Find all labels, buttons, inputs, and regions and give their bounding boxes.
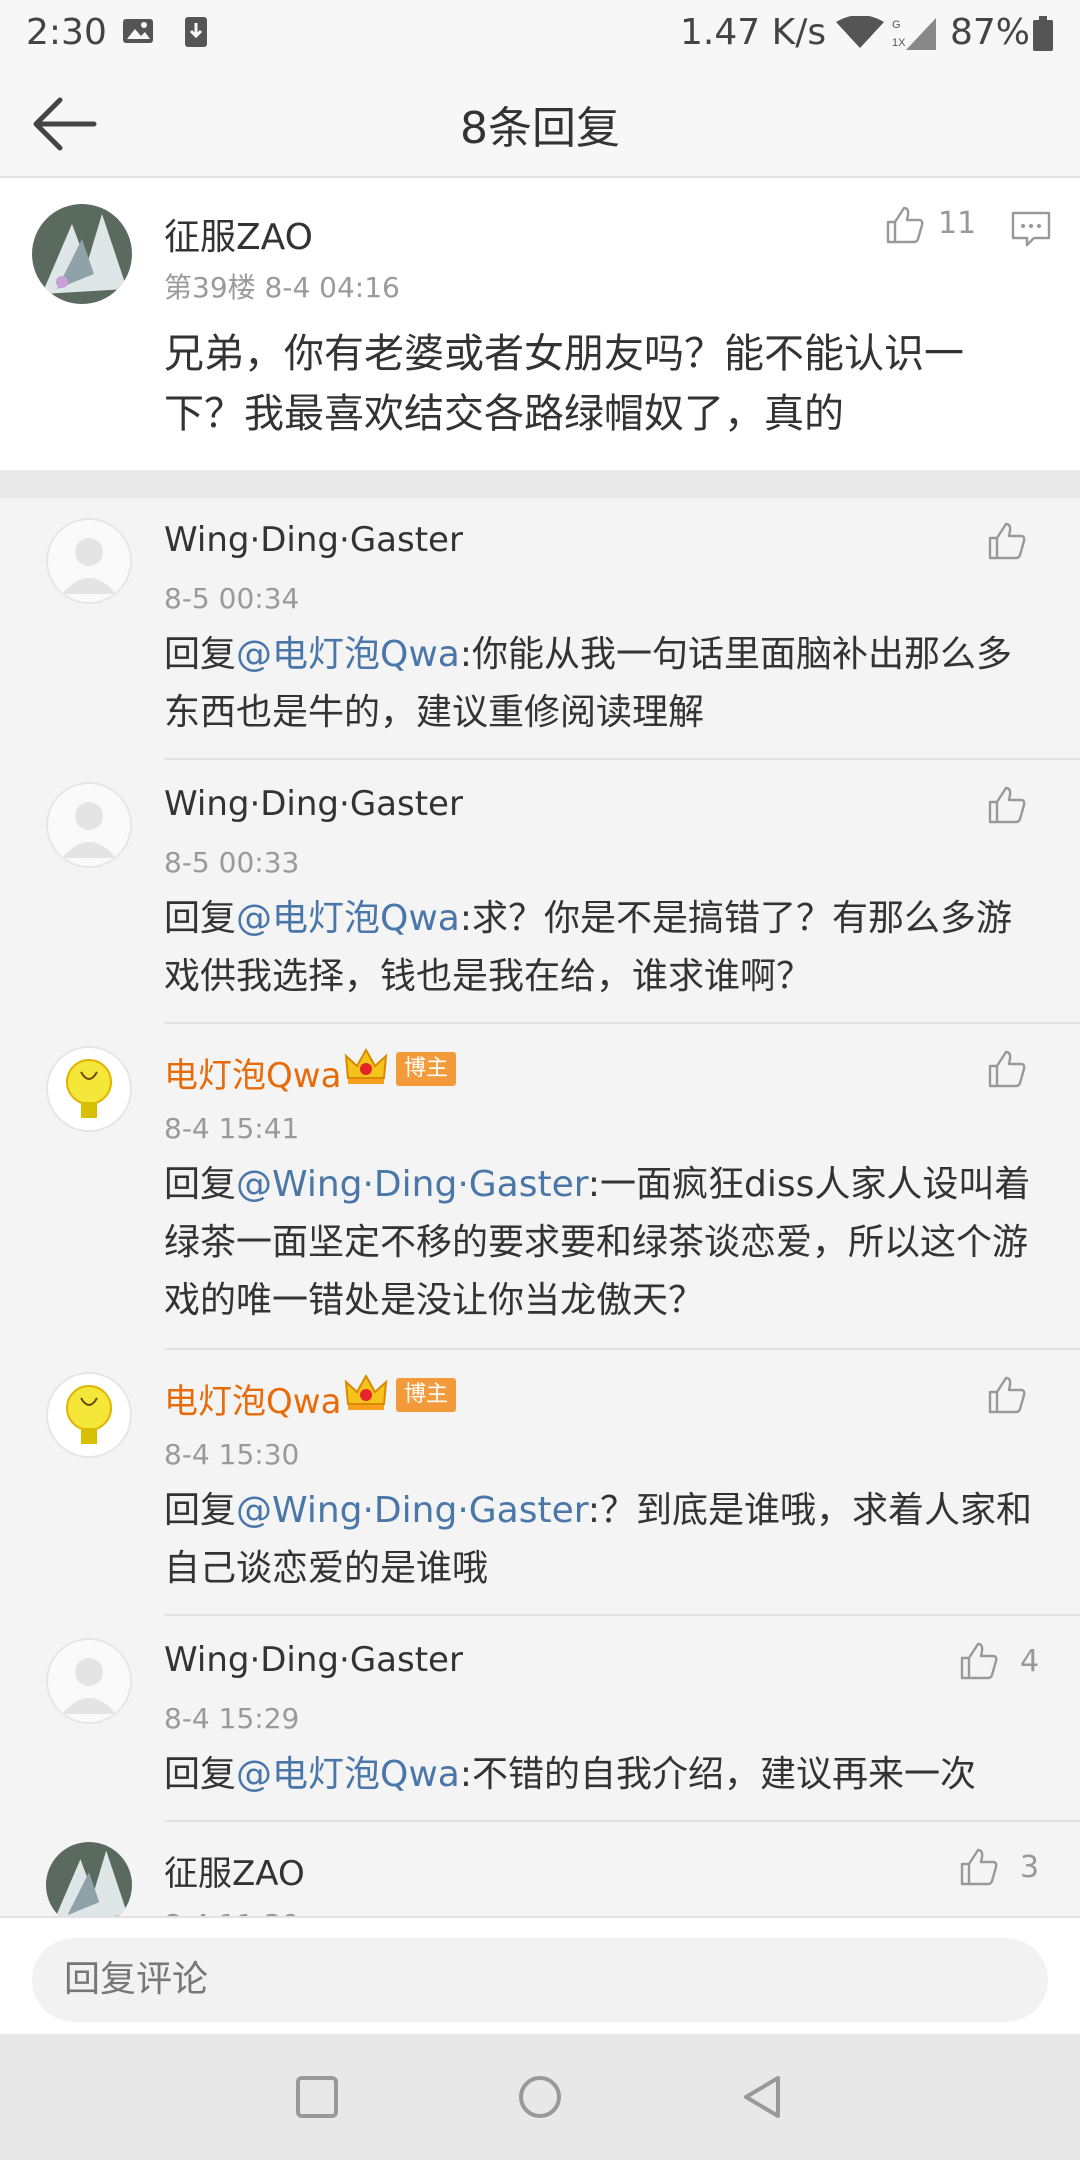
mention-link[interactable]: @电灯泡Qwa [236, 1754, 460, 1795]
default-avatar-icon [62, 538, 116, 594]
reply-author[interactable]: 电灯泡Qwa [164, 1374, 341, 1423]
gallery-icon [123, 19, 153, 43]
comment-text: 兄弟，你有老婆或者女朋友吗？能不能认识一下？我最喜欢结交各路绿帽奴了，真的 [164, 331, 964, 437]
avatar-image [46, 1842, 132, 1916]
reply-body: :不错的自我介绍，建议再来一次 [459, 1754, 976, 1795]
reply-time: 8-4 15:41 [164, 1112, 300, 1145]
svg-text:1X: 1X [892, 37, 906, 49]
comment-floor-time: 第39楼 8-4 04:16 [164, 271, 400, 304]
comment-icon [1011, 211, 1051, 247]
battery-percent: 87% [950, 12, 1031, 53]
reply-author[interactable]: Wing·Ding·Gaster [164, 1640, 463, 1680]
reply-text: 回复@电灯泡Qwa:你能从我一句话里面脑补出那么多东西也是牛的，建议重修阅读理解 [164, 626, 1044, 742]
thumbs-up-icon [886, 206, 924, 244]
reply-item: Wing·Ding·Gaster 8-4 15:29 4 回复@电灯泡Qwa:不… [0, 1616, 1080, 1822]
svg-text:G: G [892, 19, 901, 31]
thumbs-up-icon [988, 786, 1026, 824]
reply-text: 回复@电灯泡Qwa:求？你是不是搞错了？有那么多游戏供我选择，钱也是我在给，谁求… [164, 890, 1044, 1006]
default-avatar-icon [62, 802, 116, 858]
avatar[interactable] [46, 1638, 132, 1724]
avatar[interactable] [46, 518, 132, 604]
reply-author[interactable]: 电灯泡Qwa [164, 1048, 341, 1097]
battery-icon [1033, 16, 1053, 51]
reply-time: 8-4 11:30 [164, 1908, 299, 1916]
download-icon [185, 17, 207, 47]
avatar-image [32, 204, 132, 304]
comment-button[interactable] [1010, 208, 1052, 250]
square-nav-icon[interactable] [292, 2072, 342, 2122]
status-bar: 2:30 1.47 K/s G 1X 87% [0, 0, 1080, 66]
reply-time: 8-4 15:29 [164, 1702, 300, 1735]
thumbs-up-icon [988, 522, 1026, 560]
mention-link[interactable]: @电灯泡Qwa [236, 634, 460, 675]
reply-time: 8-5 00:34 [164, 582, 300, 615]
like-button[interactable] [986, 1374, 1028, 1424]
reply-text: 回复@电灯泡Qwa:不错的自我介绍，建议再来一次 [164, 1746, 1044, 1804]
like-button[interactable]: 11 [884, 204, 1024, 254]
like-button[interactable] [986, 1048, 1028, 1098]
reply-prefix: 回复 [164, 1754, 237, 1795]
signal-icon: G 1X [892, 18, 936, 50]
avatar[interactable] [46, 1842, 132, 1916]
main-comment: 征服ZAO 第39楼 8-4 04:16 11 兄弟，你有老婆或者女朋友吗？能不… [0, 178, 1080, 470]
thumbs-up-icon [960, 1848, 998, 1886]
system-nav-bar [0, 2034, 1080, 2160]
mention-link[interactable]: @Wing·Ding·Gaster [236, 1164, 588, 1205]
reply-prefix: 回复 [164, 634, 237, 675]
avatar[interactable] [46, 1046, 132, 1132]
net-speed: 1.47 K/s [680, 12, 827, 53]
default-avatar-icon [62, 1658, 116, 1714]
mention-link[interactable]: @电灯泡Qwa [236, 898, 460, 939]
thumbs-up-icon [988, 1050, 1026, 1088]
lightbulb-avatar-icon [66, 1059, 112, 1118]
reply-time: 8-5 00:33 [164, 846, 300, 879]
circle-nav-icon[interactable] [515, 2072, 565, 2122]
reply-author[interactable]: Wing·Ding·Gaster [164, 784, 463, 824]
reply-item: 电灯泡Qwa 博主 8-4 15:30 回复@Wing·Ding·Gaster:… [0, 1350, 1080, 1616]
reply-list: Wing·Ding·Gaster 8-5 00:34 回复@电灯泡Qwa:你能从… [0, 498, 1080, 1916]
crown-icon [344, 1046, 388, 1086]
reply-author[interactable]: Wing·Ding·Gaster [164, 520, 463, 560]
mention-link[interactable]: @Wing·Ding·Gaster [236, 1490, 588, 1531]
like-count: 11 [938, 206, 977, 241]
like-count: 3 [1020, 1850, 1040, 1885]
blogger-badge: 博主 [396, 1378, 457, 1412]
reply-item: Wing·Ding·Gaster 8-5 00:33 回复@电灯泡Qwa:求？你… [0, 760, 1080, 1024]
wifi-icon [836, 16, 884, 48]
reply-item: Wing·Ding·Gaster 8-5 00:34 回复@电灯泡Qwa:你能从… [0, 498, 1080, 760]
reply-prefix: 回复 [164, 1164, 237, 1205]
avatar[interactable] [46, 782, 132, 868]
thumbs-up-icon [988, 1376, 1026, 1414]
like-button[interactable] [986, 520, 1028, 570]
thumbs-up-icon [960, 1642, 998, 1680]
reply-text: 回复@Wing·Ding·Gaster:一面疯狂diss人家人设叫着绿茶一面坚定… [164, 1156, 1044, 1330]
blogger-badge: 博主 [396, 1052, 457, 1086]
reply-prefix: 回复 [164, 1490, 237, 1531]
avatar[interactable] [46, 1372, 132, 1458]
like-button[interactable]: 3 [958, 1846, 1058, 1896]
reply-prefix: 回复 [164, 898, 237, 939]
reply-item: 征服ZAO 8-4 11:30 3 [0, 1822, 1080, 1916]
reply-text: 回复@Wing·Ding·Gaster:？到底是谁哦，求着人家和自己谈恋爱的是谁… [164, 1482, 1044, 1598]
like-button[interactable]: 4 [958, 1640, 1058, 1690]
comment-author[interactable]: 征服ZAO [164, 208, 313, 260]
top-app-bar: 8条回复 [0, 66, 1080, 178]
triangle-back-nav-icon[interactable] [738, 2072, 788, 2122]
avatar[interactable] [32, 204, 132, 304]
like-button[interactable] [986, 784, 1028, 834]
reply-bar: 回复评论 [0, 1916, 1080, 2034]
reply-time: 8-4 15:30 [164, 1438, 300, 1471]
page-title: 8条回复 [460, 103, 620, 154]
reply-input[interactable]: 回复评论 [32, 1938, 1048, 2022]
reply-author[interactable]: 征服ZAO [164, 1846, 305, 1895]
divider [0, 470, 1080, 498]
like-count: 4 [1020, 1644, 1040, 1679]
status-time: 2:30 [26, 12, 107, 53]
reply-item: 电灯泡Qwa 博主 8-4 15:41 回复@Wing·Ding·Gaster:… [0, 1024, 1080, 1350]
crown-icon [344, 1372, 388, 1412]
lightbulb-avatar-icon [66, 1385, 112, 1444]
